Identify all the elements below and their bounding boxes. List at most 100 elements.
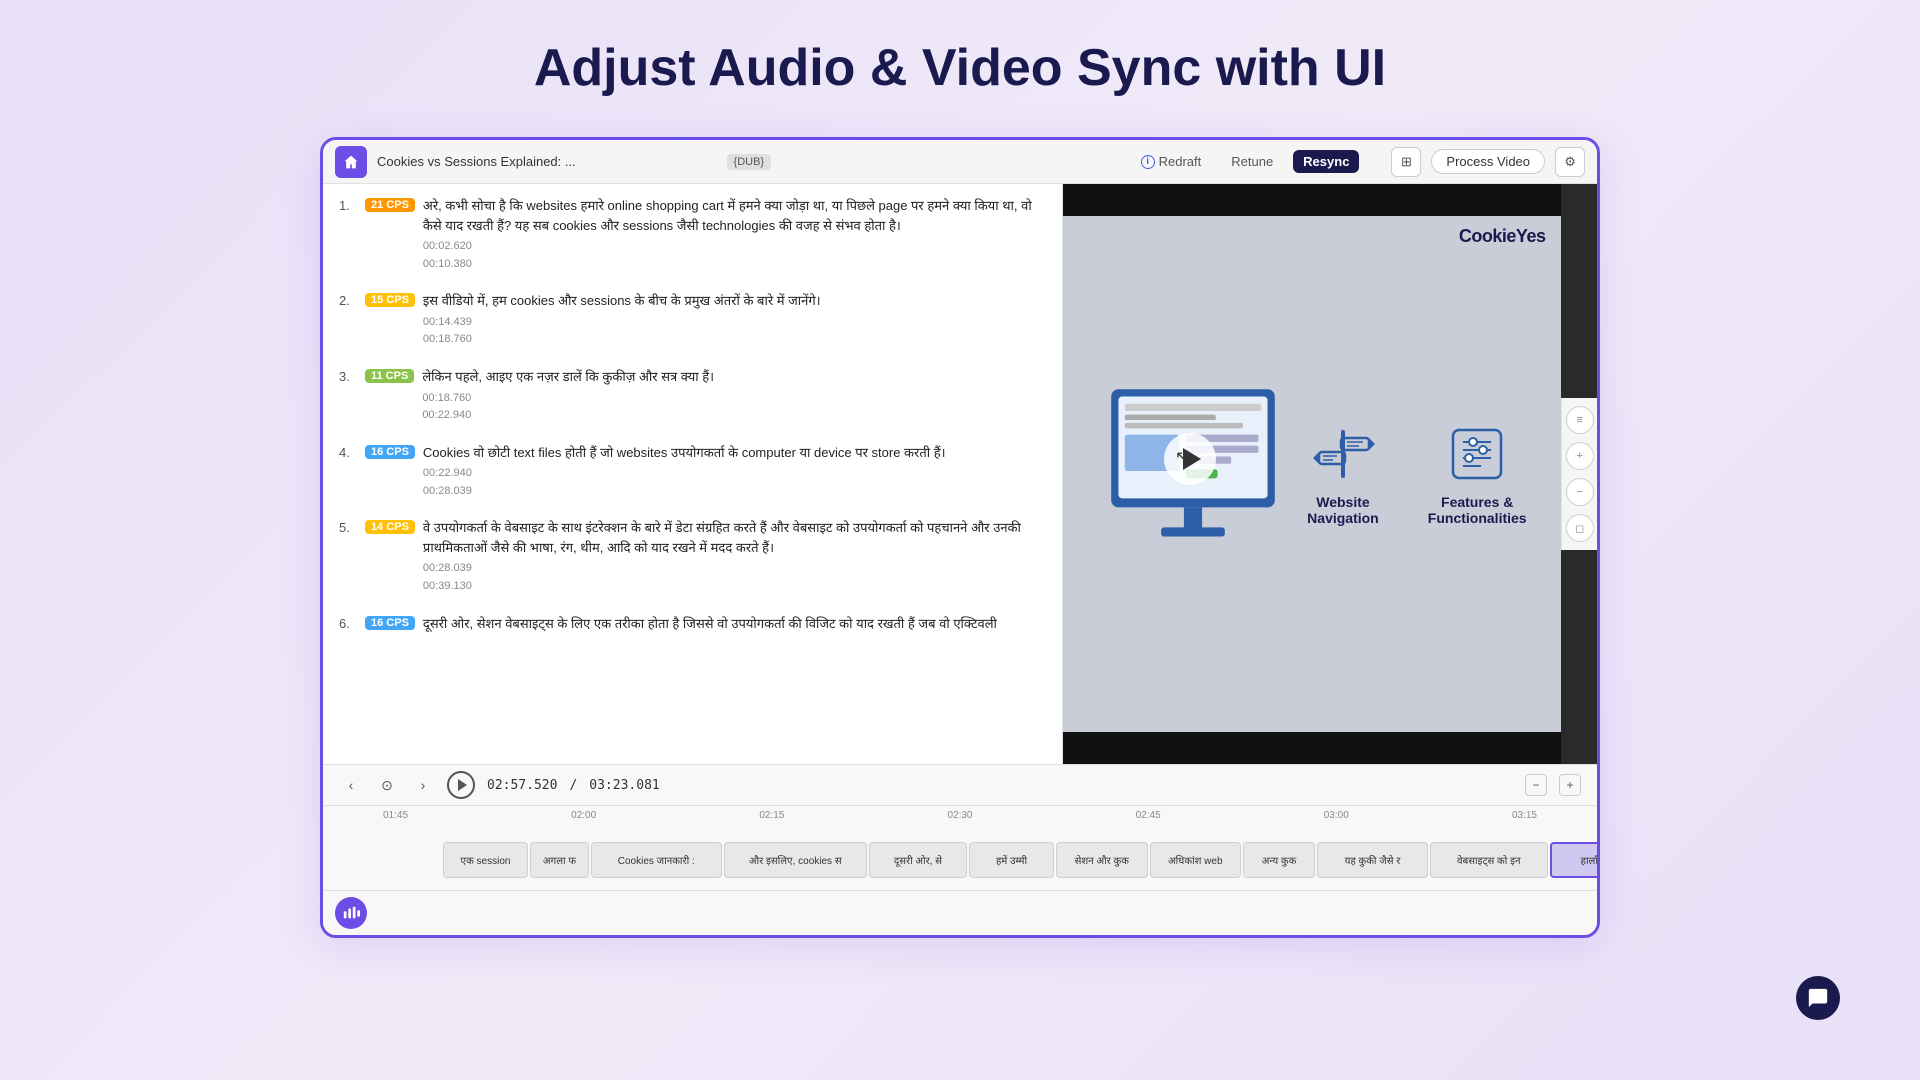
ruler-mark: 03:15	[1512, 810, 1537, 830]
cursor-indicator: ↖	[1175, 447, 1189, 461]
subtitle-body: लेकिन पहले, आइए एक नज़र डालें कि कुकीज़ …	[422, 367, 1046, 425]
play-pause-button[interactable]	[447, 771, 475, 799]
subtitle-list: 1. 21 CPS अरे, कभी सोचा है कि websites ह…	[339, 196, 1046, 633]
audio-sync-button[interactable]	[335, 897, 367, 929]
video-bottom-bar	[1063, 732, 1561, 764]
ruler-mark: 03:00	[1324, 810, 1349, 830]
video-background: CookieYes	[1063, 184, 1561, 764]
time-separator: /	[569, 778, 577, 793]
subtitle-row-6[interactable]: 6. 16 CPS दूसरी ओर, सेशन वेबसाइट्स के लि…	[339, 614, 1046, 634]
redraft-button[interactable]: i Redraft	[1131, 150, 1212, 173]
subtitle-time: 00:18.76000:22.940	[422, 390, 1046, 425]
home-button[interactable]	[335, 146, 367, 178]
cps-badge: 16 CPS	[365, 616, 415, 630]
subtitle-body: इस वीडियो में, हम cookies और sessions के…	[423, 291, 1046, 349]
history-button[interactable]: ⊙	[375, 773, 399, 797]
cps-badge: 15 CPS	[365, 293, 415, 307]
timeline-clip-3[interactable]: Cookies जानकारी :	[591, 842, 722, 878]
timeline-clip-7[interactable]: सेशन और कुक	[1056, 842, 1148, 878]
top-bar: Cookies vs Sessions Explained: ... {DUB}…	[323, 140, 1597, 184]
right-sidebar: ≡ + − ◻	[1561, 398, 1597, 550]
timeline-area: ‹ ⊙ › 02:57.520 / 03:23.081 − + 01:45 02:…	[323, 764, 1597, 935]
subtitle-number: 1.	[339, 196, 357, 213]
info-icon: i	[1141, 155, 1155, 169]
timeline-controls: ‹ ⊙ › 02:57.520 / 03:23.081 − +	[323, 765, 1597, 806]
subtitle-row-5[interactable]: 5. 14 CPS वे उपयोगकर्ता के वेबसाइट के सा…	[339, 518, 1046, 595]
video-top-bar	[1063, 184, 1561, 216]
subtitle-number: 2.	[339, 291, 357, 308]
resync-button[interactable]: Resync	[1293, 150, 1359, 173]
layout-icon-button[interactable]: ⊞	[1391, 147, 1421, 177]
subtitle-text: अरे, कभी सोचा है कि websites हमारे onlin…	[423, 196, 1046, 235]
subtitle-row-1[interactable]: 1. 21 CPS अरे, कभी सोचा है कि websites ह…	[339, 196, 1046, 273]
subtitle-row-4[interactable]: 4. 16 CPS Cookies वो छोटी text files होत…	[339, 443, 1046, 501]
subtitle-row-2[interactable]: 2. 15 CPS इस वीडियो में, हम cookies और s…	[339, 291, 1046, 349]
website-navigation-label: Website Navigation	[1303, 494, 1383, 526]
timeline-clip-1[interactable]: एक session	[443, 842, 528, 878]
track-clips: एक sessionअगला फCookies जानकारी :और इसलि…	[443, 840, 1597, 880]
subtitle-body: दूसरी ओर, सेशन वेबसाइट्स के लिए एक तरीका…	[423, 614, 1046, 634]
ruler-mark: 02:45	[1136, 810, 1161, 830]
app-container: Cookies vs Sessions Explained: ... {DUB}…	[320, 137, 1600, 938]
subtitle-text: इस वीडियो में, हम cookies और sessions के…	[423, 291, 1046, 311]
retune-button[interactable]: Retune	[1221, 150, 1283, 173]
play-button[interactable]	[1164, 433, 1216, 485]
timeline-clip-5[interactable]: दूसरी ओर, से	[869, 842, 967, 878]
timeline-clip-9[interactable]: अन्य कुक	[1243, 842, 1315, 878]
settings-icon-button[interactable]: ⚙	[1555, 147, 1585, 177]
ruler-marks: 01:4502:0002:1502:3002:4503:0003:15	[323, 810, 1597, 830]
timeline-track: एक sessionअगला फCookies जानकारी :और इसलि…	[323, 830, 1597, 890]
subtitle-number: 3.	[339, 367, 357, 384]
features-functionalities-icon	[1445, 422, 1509, 486]
ruler-mark: 02:15	[759, 810, 784, 830]
prev-button[interactable]: ‹	[339, 773, 363, 797]
subtitle-body: अरे, कभी सोचा है कि websites हमारे onlin…	[423, 196, 1046, 273]
subtitle-text: वे उपयोगकर्ता के वेबसाइट के साथ इंटरेक्श…	[423, 518, 1046, 557]
subtitle-time: 00:22.94000:28.039	[423, 465, 1046, 500]
zoom-out-button[interactable]: −	[1525, 774, 1547, 796]
timeline-clip-12[interactable]: हालाँकि, GDPR जैसे म	[1550, 842, 1598, 878]
chat-button[interactable]	[1796, 976, 1840, 1020]
subtitle-number: 4.	[339, 443, 357, 460]
sidebar-icon-1[interactable]: ≡	[1566, 406, 1594, 434]
dub-badge: {DUB}	[727, 154, 772, 170]
sidebar-icon-2[interactable]: +	[1566, 442, 1594, 470]
page-title: Adjust Audio & Video Sync with UI	[534, 40, 1386, 97]
main-content: 1. 21 CPS अरे, कभी सोचा है कि websites ह…	[323, 184, 1597, 764]
subtitle-row-3[interactable]: 3. 11 CPS लेकिन पहले, आइए एक नज़र डालें …	[339, 367, 1046, 425]
features-functionalities-label: Features & Functionalities	[1423, 494, 1532, 526]
website-navigation-icon	[1311, 422, 1375, 486]
timeline-clip-11[interactable]: वेबसाइट्स को इन	[1430, 842, 1548, 878]
ruler-mark: 02:00	[571, 810, 596, 830]
subtitle-text: लेकिन पहले, आइए एक नज़र डालें कि कुकीज़ …	[422, 367, 1046, 387]
subtitle-text: Cookies वो छोटी text files होती हैं जो w…	[423, 443, 1046, 463]
process-video-button[interactable]: Process Video	[1431, 149, 1545, 174]
video-title: Cookies vs Sessions Explained: ...	[377, 154, 717, 169]
timeline-clip-2[interactable]: अगला फ	[530, 842, 589, 878]
cps-badge: 14 CPS	[365, 520, 415, 534]
timeline-clip-4[interactable]: और इसलिए, cookies स	[724, 842, 868, 878]
subtitle-time: 00:28.03900:39.130	[423, 560, 1046, 595]
timeline-clip-6[interactable]: हमें उम्मी	[969, 842, 1054, 878]
next-button[interactable]: ›	[411, 773, 435, 797]
subtitle-time: 00:02.62000:10.380	[423, 238, 1046, 273]
subtitle-number: 5.	[339, 518, 357, 535]
subtitle-body: Cookies वो छोटी text files होती हैं जो w…	[423, 443, 1046, 501]
subtitle-number: 6.	[339, 614, 357, 631]
video-content: CookieYes	[1063, 216, 1561, 732]
subtitle-text: दूसरी ओर, सेशन वेबसाइट्स के लिए एक तरीका…	[423, 614, 1046, 634]
cookieyes-logo: CookieYes	[1459, 226, 1546, 247]
cps-badge: 21 CPS	[365, 198, 415, 212]
current-time: 02:57.520	[487, 778, 557, 793]
timeline-clip-8[interactable]: अधिकांश web	[1150, 842, 1242, 878]
sidebar-icon-3[interactable]: −	[1566, 478, 1594, 506]
website-navigation-feature: Website Navigation	[1303, 422, 1383, 526]
feature-icons: Website Navigation	[1303, 422, 1531, 526]
sidebar-icon-4[interactable]: ◻	[1566, 514, 1594, 542]
ruler-mark: 01:45	[383, 810, 408, 830]
zoom-in-button[interactable]: +	[1559, 774, 1581, 796]
subtitle-body: वे उपयोगकर्ता के वेबसाइट के साथ इंटरेक्श…	[423, 518, 1046, 595]
cps-badge: 11 CPS	[365, 369, 414, 383]
timeline-clip-10[interactable]: यह कुकी जैसे र	[1317, 842, 1428, 878]
bottom-toolbar	[323, 890, 1597, 935]
